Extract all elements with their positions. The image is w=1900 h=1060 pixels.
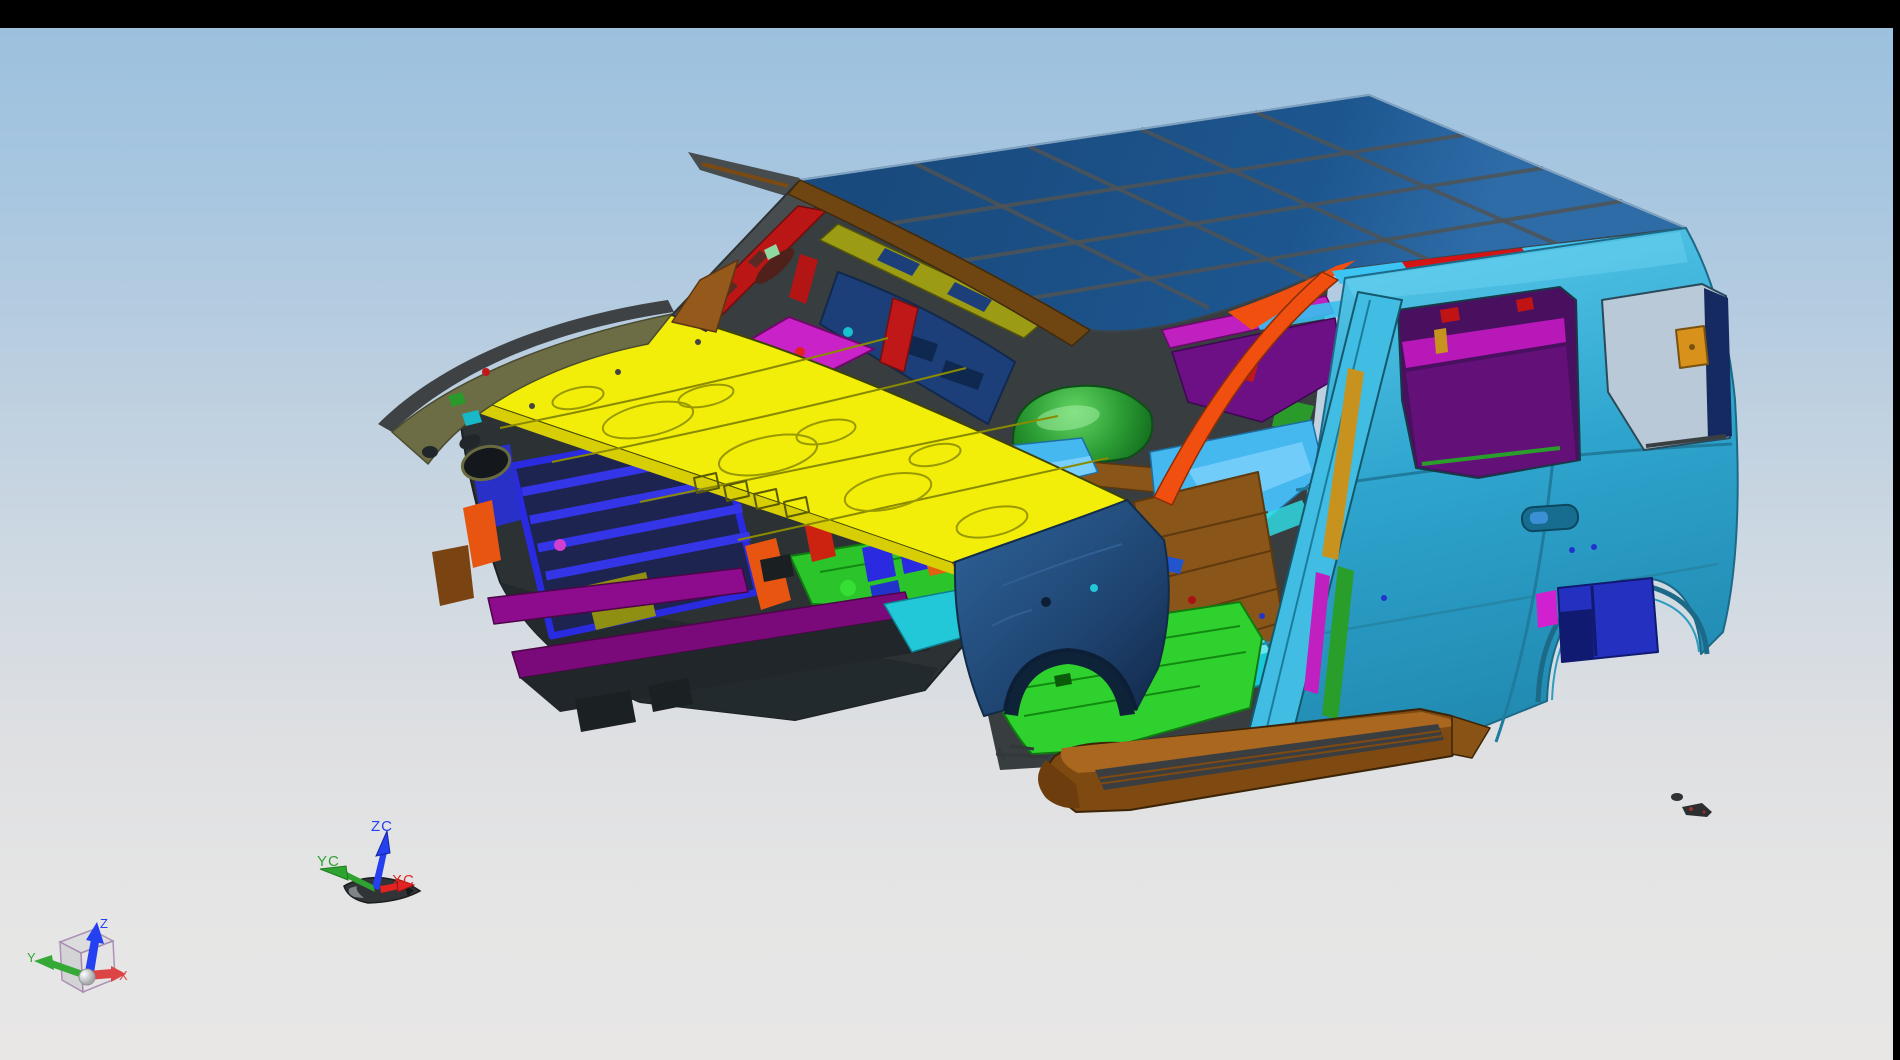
arch-insert-dark [1560, 609, 1594, 662]
handle-glint [1530, 511, 1549, 524]
view-label-z: Z [100, 916, 108, 931]
fender-dot [1041, 597, 1051, 607]
wcs-label-yc: YC [317, 853, 340, 870]
fascia-brown-patch [432, 545, 474, 606]
bolt-dot [1259, 613, 1265, 619]
bolt-dot [1569, 547, 1575, 553]
cyan-fitting [843, 327, 853, 337]
fender-dot-cyan [1090, 584, 1098, 592]
window-top-bar [0, 0, 1900, 28]
floor-mark-red [1188, 596, 1196, 604]
view-origin-sphere [79, 969, 95, 985]
debris-dot-red [1703, 811, 1706, 814]
hood-bolt [615, 369, 621, 375]
arch-magenta-patch [1536, 590, 1558, 628]
view-label-x: X [119, 968, 128, 983]
car-body-model[interactable] [378, 95, 1738, 817]
wcs-label-xc: XC [392, 872, 415, 889]
door-handle-recess[interactable] [1521, 504, 1579, 532]
fender-hole [422, 446, 438, 458]
fitting-green [840, 580, 856, 596]
graphics-canvas[interactable]: ZC YC XC Z Y [0, 0, 1900, 1060]
debris-dot-red [1689, 807, 1693, 811]
view-label-y: Y [27, 950, 36, 965]
bracket-hole [1689, 344, 1695, 350]
bolt-dot [1381, 595, 1387, 601]
window-gold-bit [1434, 328, 1448, 354]
hood-bolt [695, 339, 701, 345]
cad-application-window: ZC YC XC Z Y [0, 0, 1900, 1060]
bolt-dot [1591, 544, 1597, 550]
bit-red [482, 368, 490, 376]
debris-fragment[interactable] [1671, 793, 1712, 817]
fascia-magenta-dot [554, 539, 566, 551]
view-orientation-triad[interactable]: Z Y X [27, 916, 128, 992]
wcs-label-zc: ZC [371, 818, 393, 835]
hood-bolt [529, 403, 535, 409]
window-right-bar [1893, 0, 1900, 1060]
wcs-triad[interactable]: ZC YC XC [317, 818, 420, 903]
